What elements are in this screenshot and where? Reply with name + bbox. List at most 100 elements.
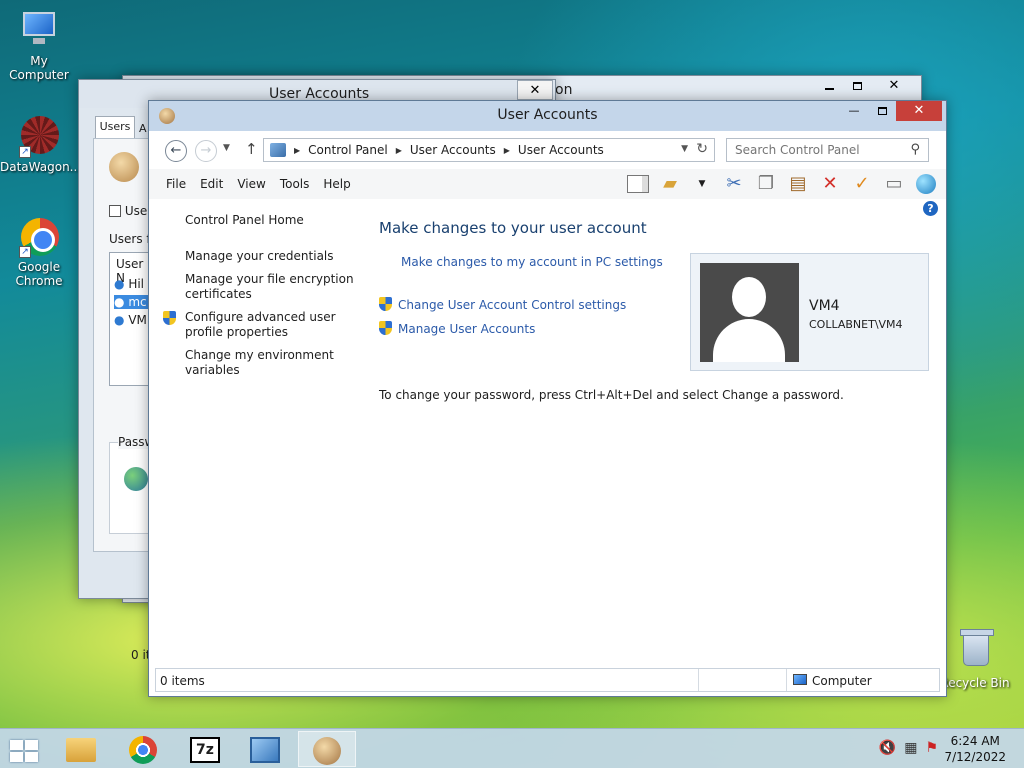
- taskbar-7zip[interactable]: 7z: [176, 731, 234, 767]
- minimize-button[interactable]: [815, 76, 843, 96]
- minimize-button[interactable]: —: [840, 101, 868, 121]
- back-button[interactable]: ←: [165, 140, 187, 162]
- volume-muted-icon[interactable]: 🔇: [879, 740, 896, 756]
- desktop-icon-recycle-bin[interactable]: Recycle Bin: [936, 629, 1014, 690]
- list-item[interactable]: ● Hil: [114, 277, 144, 291]
- password-instruction: To change your password, press Ctrl+Alt+…: [379, 388, 844, 402]
- checkmark-icon[interactable]: ✓: [846, 172, 878, 196]
- address-row: ← → ▼ ↑ ▶ Control Panel ▶ User Accounts …: [149, 131, 946, 169]
- taskbar-control-panel[interactable]: [236, 731, 294, 767]
- user-accounts-window[interactable]: User Accounts — ✕ ← → ▼ ↑ ▶ Control Pane…: [148, 100, 947, 697]
- toolbar: ▰ ▼ ✂ ❐ ▤ ✕ ✓ ▭: [622, 172, 942, 196]
- window-title-fragment: on: [555, 82, 573, 98]
- folder-icon: [66, 737, 96, 762]
- action-center-icon[interactable]: ⚑: [925, 740, 938, 756]
- close-button[interactable]: ✕: [517, 80, 553, 100]
- menu-help[interactable]: Help: [323, 177, 364, 191]
- clock-date: 7/12/2022: [944, 750, 1006, 764]
- uac-shield-icon: [379, 321, 392, 335]
- tab-advanced[interactable]: A: [139, 122, 147, 135]
- search-input[interactable]: [735, 143, 905, 157]
- user-accounts-icon: [313, 736, 341, 765]
- close-icon: ✕: [888, 78, 900, 93]
- user-name: VM4: [809, 298, 840, 314]
- help-icon[interactable]: ?: [923, 201, 938, 216]
- menu-file[interactable]: File: [166, 177, 200, 191]
- uac-shield-icon: [379, 297, 392, 311]
- recent-pages-dropdown-icon[interactable]: ▼: [223, 143, 230, 153]
- address-bar[interactable]: ▶ Control Panel ▶ User Accounts ▶ User A…: [263, 138, 715, 162]
- up-arrow-icon[interactable]: ↑: [245, 140, 258, 158]
- taskbar-file-explorer[interactable]: [52, 731, 110, 767]
- control-panel-home-link[interactable]: Control Panel Home: [185, 213, 355, 228]
- search-box[interactable]: ⚲: [726, 138, 929, 162]
- taskbar-chrome[interactable]: [114, 731, 172, 767]
- maximize-icon: [852, 81, 862, 90]
- address-dropdown-icon[interactable]: ▼: [681, 144, 688, 154]
- maximize-icon: [877, 106, 887, 115]
- advanced-profile-properties-link[interactable]: Configure advanced user profile properti…: [163, 310, 355, 340]
- globe-icon[interactable]: [910, 172, 942, 196]
- desktop-icon-google-chrome[interactable]: ↗ Google Chrome: [0, 214, 78, 288]
- start-button[interactable]: [0, 731, 48, 767]
- manage-encryption-certificates-link[interactable]: Manage your file encryption certificates: [185, 272, 355, 302]
- copy-icon[interactable]: ❐: [750, 172, 782, 196]
- close-button[interactable]: ✕: [896, 101, 942, 121]
- user-account: COLLABNET\VM4: [809, 318, 903, 331]
- clock-time: 6:24 AM: [950, 734, 1000, 748]
- environment-variables-link[interactable]: Change my environment variables: [185, 348, 355, 378]
- search-icon[interactable]: ⚲: [910, 142, 920, 157]
- breadcrumb-user-accounts-current[interactable]: User Accounts: [518, 143, 604, 157]
- status-bar: 0 items Computer: [155, 668, 940, 692]
- must-enter-password-checkbox[interactable]: User: [109, 204, 152, 218]
- close-button[interactable]: ✕: [871, 76, 917, 96]
- minimize-icon: [824, 87, 834, 90]
- properties-icon[interactable]: ▭: [878, 172, 910, 196]
- desktop-icon-my-computer[interactable]: My Computer: [0, 8, 78, 82]
- close-icon: ✕: [913, 103, 925, 118]
- maximize-button[interactable]: [868, 101, 896, 121]
- desktop-icon-label: DataWagon...: [0, 160, 82, 174]
- manage-credentials-link[interactable]: Manage your credentials: [185, 249, 355, 264]
- left-navigation: Control Panel Home Manage your credentia…: [163, 213, 355, 386]
- control-panel-icon: [270, 143, 286, 157]
- refresh-icon[interactable]: ↻: [696, 141, 708, 157]
- system-tray: 🔇 ▦ ⚑: [879, 740, 938, 756]
- maximize-button[interactable]: [843, 76, 871, 96]
- paste-icon[interactable]: ▤: [782, 172, 814, 196]
- window-title: User Accounts: [497, 107, 598, 123]
- dropdown-arrow-icon[interactable]: ▼: [686, 172, 718, 196]
- breadcrumb-separator-icon: ▶: [503, 145, 510, 155]
- desktop-icon-label: My Computer: [9, 54, 69, 82]
- uac-shield-icon: [163, 311, 176, 325]
- folder-options-icon[interactable]: ▰: [654, 172, 686, 196]
- forward-arrow-icon: →: [200, 143, 212, 158]
- taskbar-clock[interactable]: 6:24 AM 7/12/2022: [944, 733, 1006, 765]
- avatar-head-icon: [732, 277, 766, 317]
- avatar-body-icon: [713, 319, 785, 362]
- delete-icon[interactable]: ✕: [814, 172, 846, 196]
- status-item-count: 0 items: [160, 674, 205, 688]
- network-icon[interactable]: ▦: [904, 740, 917, 756]
- user-avatar: [700, 263, 799, 362]
- back-arrow-icon: ←: [170, 143, 182, 158]
- minimize-icon: —: [848, 104, 860, 117]
- menu-tools[interactable]: Tools: [280, 177, 324, 191]
- tab-users[interactable]: Users: [95, 116, 135, 138]
- menu-view[interactable]: View: [237, 177, 279, 191]
- desktop-icon-label: Google Chrome: [15, 260, 63, 288]
- windows-logo-icon: [10, 740, 38, 762]
- breadcrumb-control-panel[interactable]: Control Panel: [308, 143, 388, 157]
- close-icon: ✕: [529, 83, 541, 98]
- menu-bar: File Edit View Tools Help ▰ ▼ ✂ ❐ ▤ ✕ ✓ …: [149, 169, 946, 199]
- control-panel-icon: [250, 736, 280, 763]
- menu-edit[interactable]: Edit: [200, 177, 237, 191]
- list-item[interactable]: ● VM: [114, 313, 147, 327]
- layout-pane-icon[interactable]: [622, 172, 654, 196]
- cut-icon[interactable]: ✂: [718, 172, 750, 196]
- desktop-icon-datawagon[interactable]: ↗ DataWagon...: [0, 114, 82, 174]
- breadcrumb-user-accounts[interactable]: User Accounts: [410, 143, 496, 157]
- page-title: Make changes to your user account: [379, 219, 647, 237]
- taskbar-user-accounts[interactable]: [298, 731, 356, 767]
- forward-button[interactable]: →: [195, 140, 217, 162]
